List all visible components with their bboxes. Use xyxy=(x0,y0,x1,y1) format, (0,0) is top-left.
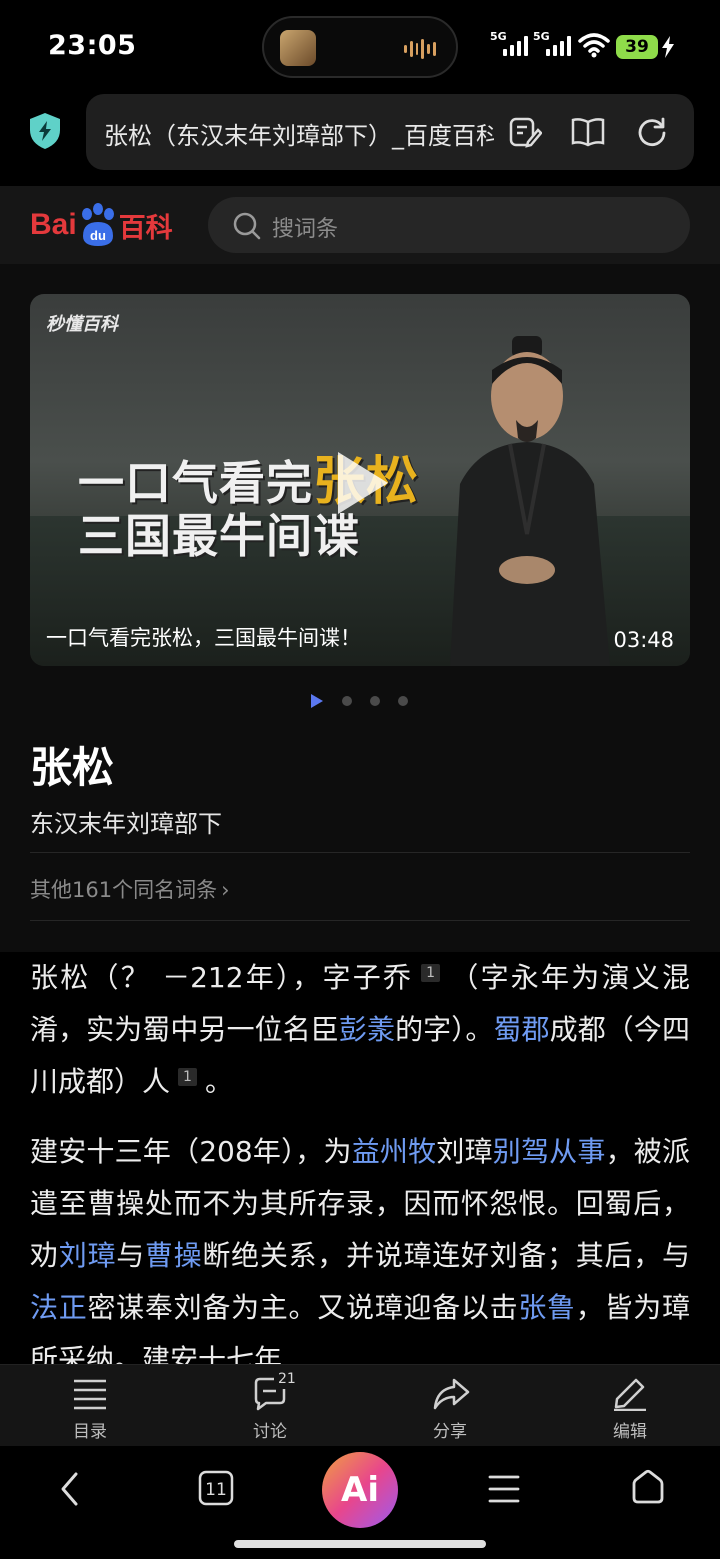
discuss-button[interactable]: 21 讨论 xyxy=(180,1365,360,1447)
citation-ref[interactable]: 1 xyxy=(178,1067,197,1086)
signal-bars-1-icon xyxy=(503,36,528,56)
toc-button[interactable]: 目录 xyxy=(0,1365,180,1447)
link-biejia-congshi[interactable]: 别驾从事 xyxy=(493,1135,606,1168)
share-arrow-icon xyxy=(433,1378,470,1410)
video-duration: 03:48 xyxy=(613,628,674,652)
svg-text:11: 11 xyxy=(205,1480,227,1500)
baidu-paw-icon: du xyxy=(81,203,114,246)
link-yizhou-mu[interactable]: 益州牧 xyxy=(352,1135,437,1168)
security-shield-icon[interactable] xyxy=(28,112,62,150)
link-fa-zheng[interactable]: 法正 xyxy=(30,1291,87,1324)
baike-search-box[interactable]: 搜词条 xyxy=(208,197,690,253)
browser-nav-bar: 11 Ai xyxy=(0,1446,720,1559)
article-toolbar: 目录 21 讨论 分享 编辑 xyxy=(0,1364,720,1446)
baidu-baike-logo[interactable]: Bai du 百科 xyxy=(30,196,173,254)
clock: 23:05 xyxy=(48,30,137,61)
signal-bars-2-icon xyxy=(546,36,571,56)
chevron-right-icon: › xyxy=(221,878,230,902)
address-bar[interactable]: 张松（东汉末年刘璋部下）_百度百科 xyxy=(86,94,694,170)
link-zhang-lu[interactable]: 张鲁 xyxy=(518,1291,575,1324)
battery-level: 39 xyxy=(616,35,658,59)
pencil-icon xyxy=(614,1378,646,1411)
wifi-icon xyxy=(578,33,610,58)
reader-edit-icon[interactable] xyxy=(508,116,542,148)
page-content[interactable]: 秒懂百科 一口气看完张松 三国最牛间谍 一口气看完张松，三国最牛间谍！ 03:4… xyxy=(0,264,720,1364)
tabs-button[interactable]: 11 xyxy=(198,1470,234,1506)
carousel-indicator[interactable] xyxy=(310,694,408,708)
article-body: 张松（？ －212年），字子乔 1 （字永年为演义混淆，实为蜀中另一位名臣彭羕的字）… xyxy=(0,952,720,1364)
ai-assistant-button[interactable]: Ai xyxy=(322,1452,398,1528)
edit-button[interactable]: 编辑 xyxy=(540,1365,720,1447)
page-url-title[interactable]: 张松（东汉末年刘璋部下）_百度百科 xyxy=(104,116,494,151)
search-placeholder: 搜词条 xyxy=(272,217,339,242)
back-icon[interactable] xyxy=(58,1470,82,1508)
link-shu-jun[interactable]: 蜀郡 xyxy=(493,1013,549,1046)
home-indicator[interactable] xyxy=(234,1540,486,1548)
link-peng-yang[interactable]: 彭羕 xyxy=(339,1013,395,1046)
play-icon[interactable] xyxy=(332,448,392,518)
audio-wave-icon xyxy=(404,38,436,60)
link-cao-cao[interactable]: 曹操 xyxy=(145,1239,202,1272)
divider xyxy=(30,920,690,921)
divider xyxy=(30,852,690,853)
carousel-dot[interactable] xyxy=(342,696,352,706)
paragraph: 建安十三年（208年），为益州牧刘璋别驾从事，被派遣至曹操处而不为其所存录，因而… xyxy=(30,1135,690,1364)
video-caption: 一口气看完张松，三国最牛间谍！ xyxy=(46,626,361,650)
browser-address-area: 张松（东汉末年刘璋部下）_百度百科 xyxy=(0,90,720,186)
book-mode-icon[interactable] xyxy=(570,116,606,148)
search-icon xyxy=(233,212,261,240)
refresh-icon[interactable] xyxy=(636,116,668,148)
citation-ref[interactable]: 1 xyxy=(421,963,441,982)
carousel-dot[interactable] xyxy=(370,696,380,706)
discuss-count: 21 xyxy=(278,1371,296,1387)
video-figure-image xyxy=(450,336,610,666)
dynamic-island[interactable] xyxy=(262,16,458,78)
home-icon[interactable] xyxy=(630,1468,666,1506)
charging-bolt-icon xyxy=(662,36,674,58)
tabs-icon: 11 xyxy=(198,1470,234,1506)
link-liu-zhang[interactable]: 刘璋 xyxy=(59,1239,116,1272)
share-button[interactable]: 分享 xyxy=(360,1365,540,1447)
toc-list-icon xyxy=(74,1379,106,1410)
same-name-entries-link[interactable]: 其他161个同名词条 › xyxy=(30,874,230,904)
video-watermark: 秒懂百科 xyxy=(46,314,118,335)
video-headline-line2: 三国最牛间谍 xyxy=(78,509,360,563)
baike-header: Bai du 百科 搜词条 xyxy=(0,186,720,264)
entry-subtitle: 东汉末年刘璋部下 xyxy=(30,810,222,838)
media-thumbnail xyxy=(280,30,316,66)
status-bar: 23:05 5G 5G 39 xyxy=(0,0,720,90)
menu-icon[interactable] xyxy=(488,1474,520,1504)
carousel-dot[interactable] xyxy=(398,696,408,706)
carousel-active-play-icon[interactable] xyxy=(310,694,324,708)
svg-text:du: du xyxy=(90,228,106,243)
video-player[interactable]: 秒懂百科 一口气看完张松 三国最牛间谍 一口气看完张松，三国最牛间谍！ 03:4… xyxy=(30,294,690,666)
entry-title: 张松 xyxy=(30,743,115,792)
paragraph: 张松（？ －212年），字子乔 1 （字永年为演义混淆，实为蜀中另一位名臣彭羕的字）… xyxy=(30,961,690,1098)
